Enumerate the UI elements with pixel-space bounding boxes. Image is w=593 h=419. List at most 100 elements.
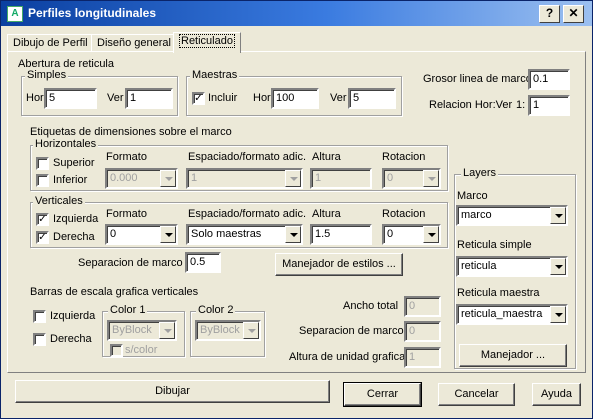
h-espaciado-select: 1 xyxy=(186,168,303,189)
etiquetas-title: Etiquetas de dimensiones sobre el marco xyxy=(30,126,232,138)
reticula-maestra-value: reticula_maestra xyxy=(461,308,543,320)
simples-group: Simples Hor 5 Ver 1 xyxy=(21,69,178,116)
barras-title: Barras de escala grafica verticales xyxy=(30,286,199,298)
grosor-label: Grosor linea de marco xyxy=(423,73,532,85)
v-rotacion-select[interactable]: 0 xyxy=(382,224,441,245)
color2-title: Color 2 xyxy=(196,304,236,316)
cerrar-button[interactable]: Cerrar xyxy=(343,382,422,407)
barras-separacion-label: Separacion de marco xyxy=(299,325,404,337)
dialog-window: A Perfiles longitudinales ? ✕ Dibujo de … xyxy=(0,0,593,419)
h-altura-label: Altura xyxy=(312,151,341,163)
verticales-group: Verticales ✓ Izquierda ✓ Derecha Formato… xyxy=(30,195,448,248)
h-formato-value: 0.000 xyxy=(110,172,138,184)
barras-altura-input: 1 xyxy=(404,347,441,368)
maestras-hor-input[interactable]: 100 xyxy=(271,88,319,109)
simples-ver-label: Ver xyxy=(107,92,124,104)
maestras-group: Maestras ✓ Incluir Hor 100 Ver 5 xyxy=(186,69,402,116)
color1-value: ByBlock xyxy=(112,324,152,336)
relacion-input[interactable]: 1 xyxy=(528,95,570,116)
superior-checkbox[interactable] xyxy=(36,157,49,170)
marco-select[interactable]: marco xyxy=(456,205,568,226)
cancelar-button[interactable]: Cancelar xyxy=(438,383,515,406)
v-formato-value: 0 xyxy=(110,228,117,240)
color1-select: ByBlock xyxy=(107,320,177,341)
scolor-checkbox xyxy=(110,344,123,357)
izquierda-checkbox[interactable]: ✓ xyxy=(36,213,49,226)
close-icon[interactable]: ✕ xyxy=(563,5,584,23)
inferior-label: Inferior xyxy=(53,174,88,186)
v-espaciado-value: Solo maestras xyxy=(191,228,262,240)
layers-group: Layers Marco marco Reticula simple retic… xyxy=(454,167,576,369)
tab-panel: Abertura de reticula Simples Hor 5 Ver 1… xyxy=(7,51,586,373)
ayuda-button[interactable]: Ayuda xyxy=(532,383,581,406)
maestras-title: Maestras xyxy=(190,69,240,81)
maestras-hor-label: Hor xyxy=(253,92,271,104)
maestras-ver-input[interactable]: 5 xyxy=(348,88,396,109)
chevron-down-icon xyxy=(285,170,301,187)
h-espaciado-label: Espaciado/formato adic. xyxy=(188,151,307,163)
h-rotacion-label: Rotacion xyxy=(382,151,426,163)
color2-select: ByBlock xyxy=(195,320,261,341)
tab-reticulado[interactable]: Reticulado xyxy=(173,32,241,53)
verticales-title: Verticales xyxy=(33,195,85,207)
v-formato-select[interactable]: 0 xyxy=(105,224,178,245)
h-rotacion-select: 0 xyxy=(382,168,441,189)
color2-value: ByBlock xyxy=(200,324,240,336)
chevron-down-icon[interactable] xyxy=(423,226,439,243)
h-formato-select: 0.000 xyxy=(105,168,178,189)
color2-group: Color 2 ByBlock xyxy=(190,304,265,357)
barras-derecha-checkbox[interactable] xyxy=(33,333,46,346)
v-rotacion-label: Rotacion xyxy=(382,208,426,220)
simples-title: Simples xyxy=(25,69,69,81)
ancho-label: Ancho total xyxy=(343,300,399,312)
v-formato-label: Formato xyxy=(106,208,147,220)
chevron-down-icon xyxy=(159,322,175,339)
tab-dibujo-perfil[interactable]: Dibujo de Perfil xyxy=(7,34,94,52)
simples-hor-input[interactable]: 5 xyxy=(44,88,97,109)
chevron-down-icon[interactable] xyxy=(550,207,566,224)
izquierda-label: Izquierda xyxy=(53,213,99,225)
barras-altura-label: Altura de unidad grafica xyxy=(289,351,406,363)
ancho-input: 0 xyxy=(404,296,441,317)
marco-value: marco xyxy=(461,209,492,221)
etiquetas-separacion-input[interactable]: 0.5 xyxy=(185,252,221,273)
window-title: Perfiles longitudinales xyxy=(28,6,157,20)
derecha-label: Derecha xyxy=(53,231,95,243)
color1-group: Color 1 ByBlock s/color xyxy=(102,304,185,357)
chevron-down-icon[interactable] xyxy=(160,226,176,243)
h-altura-input: 1 xyxy=(310,168,372,189)
title-bar: A Perfiles longitudinales ? ✕ xyxy=(1,1,592,26)
chevron-down-icon[interactable] xyxy=(550,306,566,323)
grosor-input[interactable]: 0.1 xyxy=(528,69,570,90)
relacion-prefix: 1: xyxy=(516,99,526,111)
chevron-down-icon[interactable] xyxy=(550,258,566,275)
manejador-button[interactable]: Manejador ... xyxy=(459,344,567,367)
marco-label: Marco xyxy=(457,190,488,202)
tab-reticulado-label: Reticulado xyxy=(179,34,235,48)
simples-hor-label: Hor xyxy=(26,92,44,104)
manejador-estilos-button[interactable]: Manejador de estilos ... xyxy=(275,253,403,276)
chevron-down-icon[interactable] xyxy=(285,226,301,243)
reticula-maestra-select[interactable]: reticula_maestra xyxy=(456,304,568,325)
v-altura-input[interactable]: 1.5 xyxy=(310,224,372,245)
etiquetas-separacion-label: Separacion de marco xyxy=(78,257,183,269)
maestras-incluir-checkbox[interactable]: ✓ xyxy=(192,92,205,105)
inferior-checkbox[interactable] xyxy=(36,174,49,187)
v-espaciado-select[interactable]: Solo maestras xyxy=(186,224,303,245)
barras-izquierda-checkbox[interactable] xyxy=(33,310,46,323)
color1-title: Color 1 xyxy=(108,304,148,316)
reticula-simple-select[interactable]: reticula xyxy=(456,256,568,277)
v-altura-label: Altura xyxy=(312,208,341,220)
simples-ver-input[interactable]: 1 xyxy=(125,88,173,109)
h-espaciado-value: 1 xyxy=(191,172,198,184)
help-button[interactable]: ? xyxy=(539,5,560,23)
dibujar-button[interactable]: Dibujar xyxy=(15,380,330,403)
h-formato-label: Formato xyxy=(106,151,147,163)
horizontales-title: Horizontales xyxy=(33,138,99,150)
v-rotacion-value: 0 xyxy=(387,228,394,240)
barras-izquierda-label: Izquierda xyxy=(50,310,96,322)
tab-diseno-general[interactable]: Diseño general xyxy=(91,34,177,52)
derecha-checkbox[interactable]: ✓ xyxy=(36,231,49,244)
barras-separacion-input: 0 xyxy=(404,321,441,342)
v-espaciado-label: Espaciado/formato adic. xyxy=(188,208,307,220)
